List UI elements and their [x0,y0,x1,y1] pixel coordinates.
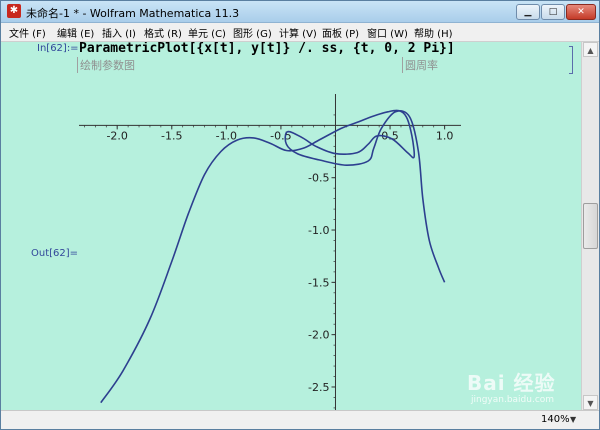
vertical-scrollbar[interactable]: ▲ ▼ [581,42,599,410]
x-tick-label: -1.5 [161,129,182,142]
x-tick-label: -2.0 [106,129,127,142]
menu-cell[interactable]: 单元 (C) [188,25,226,40]
menu-insert[interactable]: 插入 (I) [102,25,136,40]
mathematica-window: ✱ 未命名-1 * - Wolfram Mathematica 11.3 ▁ □… [0,0,600,430]
menu-window[interactable]: 窗口 (W) [367,25,408,40]
y-tick-label: -1.0 [308,224,329,237]
menu-palettes[interactable]: 面板 (P) [322,25,359,40]
y-tick-label: -2.0 [308,329,329,342]
maximize-button[interactable]: □ [541,4,565,20]
zoom-dropdown-icon[interactable]: ▼ [570,415,576,424]
y-tick-label: -1.5 [308,276,329,289]
parametric-plot[interactable]: -2.0 -1.5 -1.0 -0.5 0.5 1.0-0.5-1.0-1.5-2.0-2… [1,42,581,410]
title-bar[interactable]: ✱ 未命名-1 * - Wolfram Mathematica 11.3 ▁ □… [1,1,599,23]
baidu-watermark-url: jingyan.baidu.com [471,395,555,405]
notebook-area[interactable]: In[62]:= ParametricPlot[{x[t], y[t]} /. … [1,42,581,410]
parametric-curve [100,109,446,404]
menu-help[interactable]: 帮助 (H) [414,25,453,40]
menu-edit[interactable]: 编辑 (E) [57,25,94,40]
x-tick-label: -1.0 [216,129,237,142]
close-button[interactable]: ✕ [566,4,596,20]
minimize-button[interactable]: ▁ [516,4,540,20]
y-tick-label: -2.5 [308,381,329,394]
scroll-thumb[interactable] [583,203,598,249]
menu-graphics[interactable]: 图形 (G) [233,25,272,40]
menu-format[interactable]: 格式 (R) [144,25,182,40]
menu-bar: 文件 (F) 编辑 (E) 插入 (I) 格式 (R) 单元 (C) 图形 (G… [1,23,599,42]
x-tick-label: 1.0 [436,129,454,142]
zoom-level[interactable]: 140% [541,414,570,425]
scroll-down-icon[interactable]: ▼ [583,395,598,410]
baidu-watermark: Bai 经验 [467,371,556,395]
menu-evaluation[interactable]: 计算 (V) [279,25,317,40]
y-tick-label: -0.5 [308,172,329,185]
mathematica-logo-icon[interactable]: ✱ [7,4,21,18]
status-bar: 140% ▼ [1,410,599,429]
scroll-up-icon[interactable]: ▲ [583,42,598,57]
window-title: 未命名-1 * - Wolfram Mathematica 11.3 [26,7,240,20]
menu-file[interactable]: 文件 (F) [9,25,46,40]
